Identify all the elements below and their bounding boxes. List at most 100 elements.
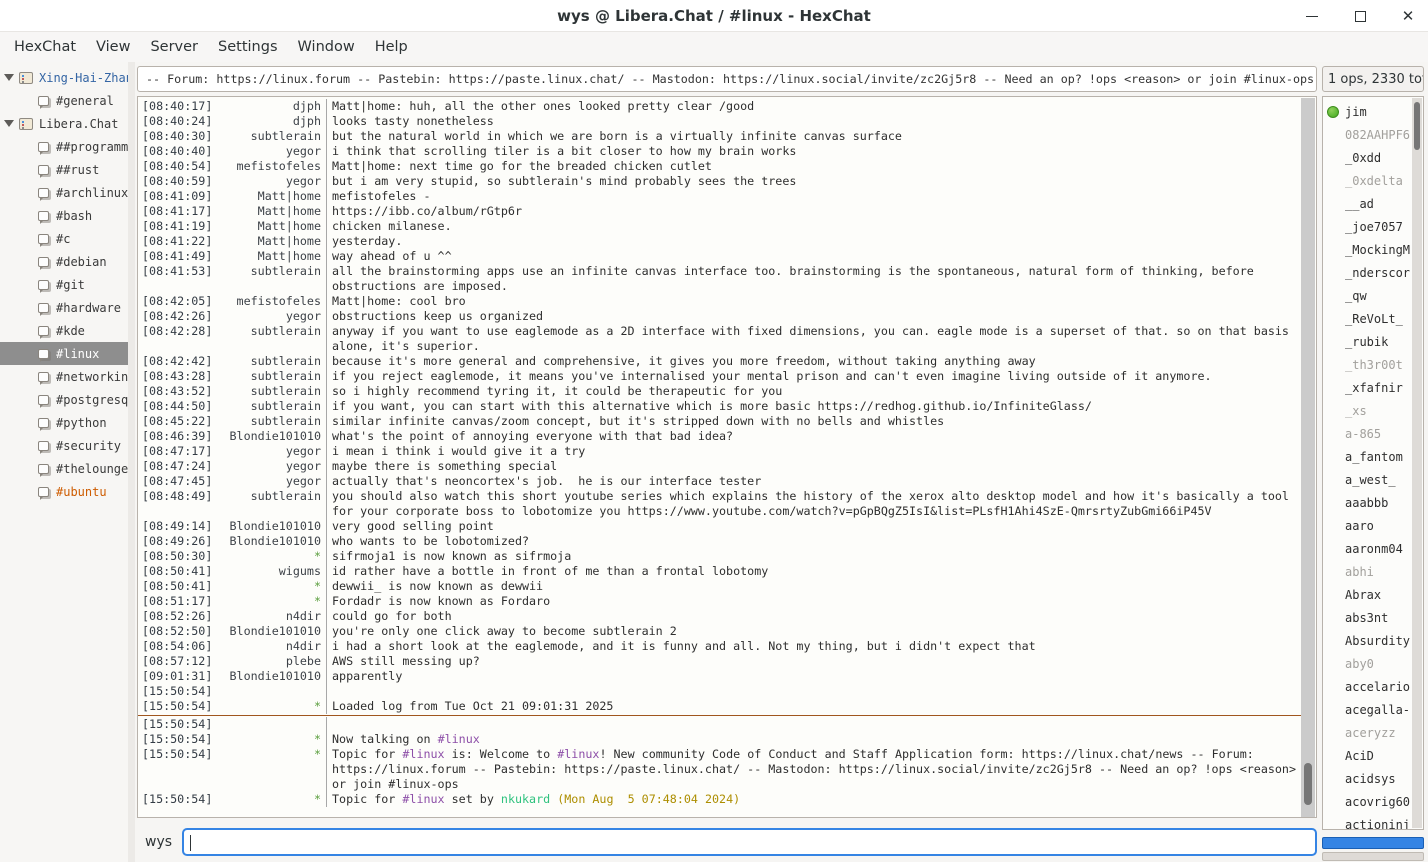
userlist-item[interactable]: _0xdelta <box>1323 169 1423 192</box>
sidebar-item-security[interactable]: #security <box>0 434 129 457</box>
channel-icon <box>38 142 49 152</box>
sidebar-item-rust[interactable]: ##rust <box>0 158 129 181</box>
userlist-item[interactable]: _nderscor <box>1323 261 1423 284</box>
sidebar-item-general[interactable]: #general <box>0 89 129 112</box>
userlist-item[interactable]: _0xdd <box>1323 146 1423 169</box>
sidebar-item-c[interactable]: #c <box>0 227 129 250</box>
chat-message-row: [08:42:42]subtlerainbecause it's more ge… <box>138 354 1301 369</box>
userlist-item[interactable]: acegalla- <box>1323 698 1423 721</box>
userlist-item[interactable]: actioninj <box>1323 813 1423 830</box>
nick: mefistofeles <box>237 159 321 174</box>
nick: Blondie101010 <box>230 429 321 444</box>
sidebar-item-bash[interactable]: #bash <box>0 204 129 227</box>
userlist-item[interactable]: jim <box>1323 100 1423 123</box>
sidebar-item-kde[interactable]: #kde <box>0 319 129 342</box>
message-input[interactable] <box>182 828 1317 856</box>
menu-item-window[interactable]: Window <box>288 35 365 59</box>
message-text: Topic for #linux set by nkukard (Mon Aug… <box>326 792 1301 807</box>
userlist-item[interactable]: acidsys <box>1323 767 1423 790</box>
chat-message-row: [08:42:26]yegorobstructions keep us orga… <box>138 309 1301 324</box>
message-segment: obstructions keep us organized <box>332 309 543 323</box>
sidebar-item-postgresql[interactable]: #postgresql <box>0 388 129 411</box>
userlist-scrollbar[interactable] <box>1412 98 1422 828</box>
userlist-item[interactable]: aby0 <box>1323 652 1423 675</box>
userlist-item[interactable]: aaro <box>1323 514 1423 537</box>
sidebar-item-label: #thelounge <box>56 462 128 476</box>
sidebar-item-hardware[interactable]: #hardware <box>0 296 129 319</box>
chat-message-row: [08:44:50]subtlerainif you want, you can… <box>138 399 1301 414</box>
timestamp: [08:41:17] <box>142 204 212 219</box>
userlist-item[interactable]: a-865 <box>1323 422 1423 445</box>
userlist-item[interactable]: _joe7057 <box>1323 215 1423 238</box>
sidebar-item-libera.chat[interactable]: Libera.Chat <box>0 112 129 135</box>
message-text: Fordadr is now known as Fordaro <box>326 594 1301 609</box>
user-nick: a_west_ <box>1345 473 1396 487</box>
sidebar-item-linux[interactable]: #linux <box>0 342 129 365</box>
minimize-button[interactable] <box>1302 6 1322 26</box>
close-button[interactable]: ✕ <box>1398 6 1418 26</box>
menu-item-settings[interactable]: Settings <box>208 35 287 59</box>
menu-bar: HexChatViewServerSettingsWindowHelp <box>0 32 1428 62</box>
maximize-button[interactable] <box>1350 6 1370 26</box>
menu-item-help[interactable]: Help <box>365 35 418 59</box>
sidebar-item-programming[interactable]: ##programming <box>0 135 129 158</box>
userlist-item[interactable]: _qw <box>1323 284 1423 307</box>
chat-message-row: [08:50:41]wigumsid rather have a bottle … <box>138 564 1301 579</box>
topic-bar[interactable]: -- Forum: https://linux.forum -- Pastebi… <box>137 66 1317 92</box>
userlist-item[interactable]: AciD <box>1323 744 1423 767</box>
userlist-scrollbar-thumb[interactable] <box>1414 102 1420 150</box>
nick: n4dir <box>286 639 321 654</box>
userlist-item[interactable]: Absurdity <box>1323 629 1423 652</box>
userlist-item[interactable]: a_fantom <box>1323 445 1423 468</box>
user-nick: _xfafnir <box>1345 381 1403 395</box>
menu-item-hexchat[interactable]: HexChat <box>4 35 86 59</box>
userlist-item[interactable]: acovrig60 <box>1323 790 1423 813</box>
read-marker <box>138 715 1301 716</box>
expander-icon[interactable] <box>4 120 14 127</box>
userlist-item[interactable]: __ad <box>1323 192 1423 215</box>
userlist-item[interactable]: accelario <box>1323 675 1423 698</box>
chat-scrollbar[interactable] <box>1301 98 1315 818</box>
userlist-item[interactable]: aaronm04 <box>1323 537 1423 560</box>
userlist-item[interactable]: a_west_ <box>1323 468 1423 491</box>
sidebar-item-git[interactable]: #git <box>0 273 129 296</box>
userlist-item[interactable]: abhi <box>1323 560 1423 583</box>
nick: djph <box>293 99 321 114</box>
userlist-item[interactable]: _ReVoLt_ <box>1323 307 1423 330</box>
message-text: way ahead of u ^^ <box>326 249 1301 264</box>
sidebar-item-ubuntu[interactable]: #ubuntu <box>0 480 129 503</box>
sidebar-item-networking[interactable]: #networking <box>0 365 129 388</box>
sidebar-item-archlinux[interactable]: #archlinux <box>0 181 129 204</box>
sidebar-item-debian[interactable]: #debian <box>0 250 129 273</box>
window-title: wys @ Libera.Chat / #linux - HexChat <box>557 7 871 25</box>
userlist-item[interactable]: 082AAHPF6 <box>1323 123 1423 146</box>
chat-message-row: [08:41:09]Matt|homemefistofeles - <box>138 189 1301 204</box>
status-asterisk: * <box>314 699 321 714</box>
menu-item-server[interactable]: Server <box>140 35 208 59</box>
sidebar-item-thelounge[interactable]: #thelounge <box>0 457 129 480</box>
chat-scrollbar-thumb[interactable] <box>1304 763 1312 805</box>
userlist-item[interactable]: abs3nt <box>1323 606 1423 629</box>
user-nick: aby0 <box>1345 657 1374 671</box>
userlist-item[interactable]: _xs <box>1323 399 1423 422</box>
nick: subtlerain <box>251 354 321 369</box>
userlist-item[interactable]: _xfafnir <box>1323 376 1423 399</box>
expander-icon[interactable] <box>4 74 14 81</box>
timestamp: [08:40:59] <box>142 174 212 189</box>
userlist-item[interactable]: Abrax <box>1323 583 1423 606</box>
userlist-item[interactable]: _th3r00t <box>1323 353 1423 376</box>
chat-message-row: [08:40:17]djphMatt|home: huh, all the ot… <box>138 99 1301 114</box>
message-text: actually that's neoncortex's job. he is … <box>326 474 1301 489</box>
userlist-item[interactable]: _rubik <box>1323 330 1423 353</box>
sidebar-item-xing-hai-zhang[interactable]: Xing-Hai-Zhang <box>0 66 129 89</box>
user-nick: Abrax <box>1345 588 1381 602</box>
sidebar-item-label: #ubuntu <box>56 485 107 499</box>
sidebar-scrollbar[interactable] <box>128 62 135 862</box>
userlist-item[interactable]: _MockingM <box>1323 238 1423 261</box>
user-nick: _joe7057 <box>1345 220 1403 234</box>
sidebar-item-python[interactable]: #python <box>0 411 129 434</box>
userlist-item[interactable]: aaabbb <box>1323 491 1423 514</box>
menu-item-view[interactable]: View <box>86 35 140 59</box>
userlist-item[interactable]: aceryzz <box>1323 721 1423 744</box>
status-asterisk: * <box>314 549 321 564</box>
